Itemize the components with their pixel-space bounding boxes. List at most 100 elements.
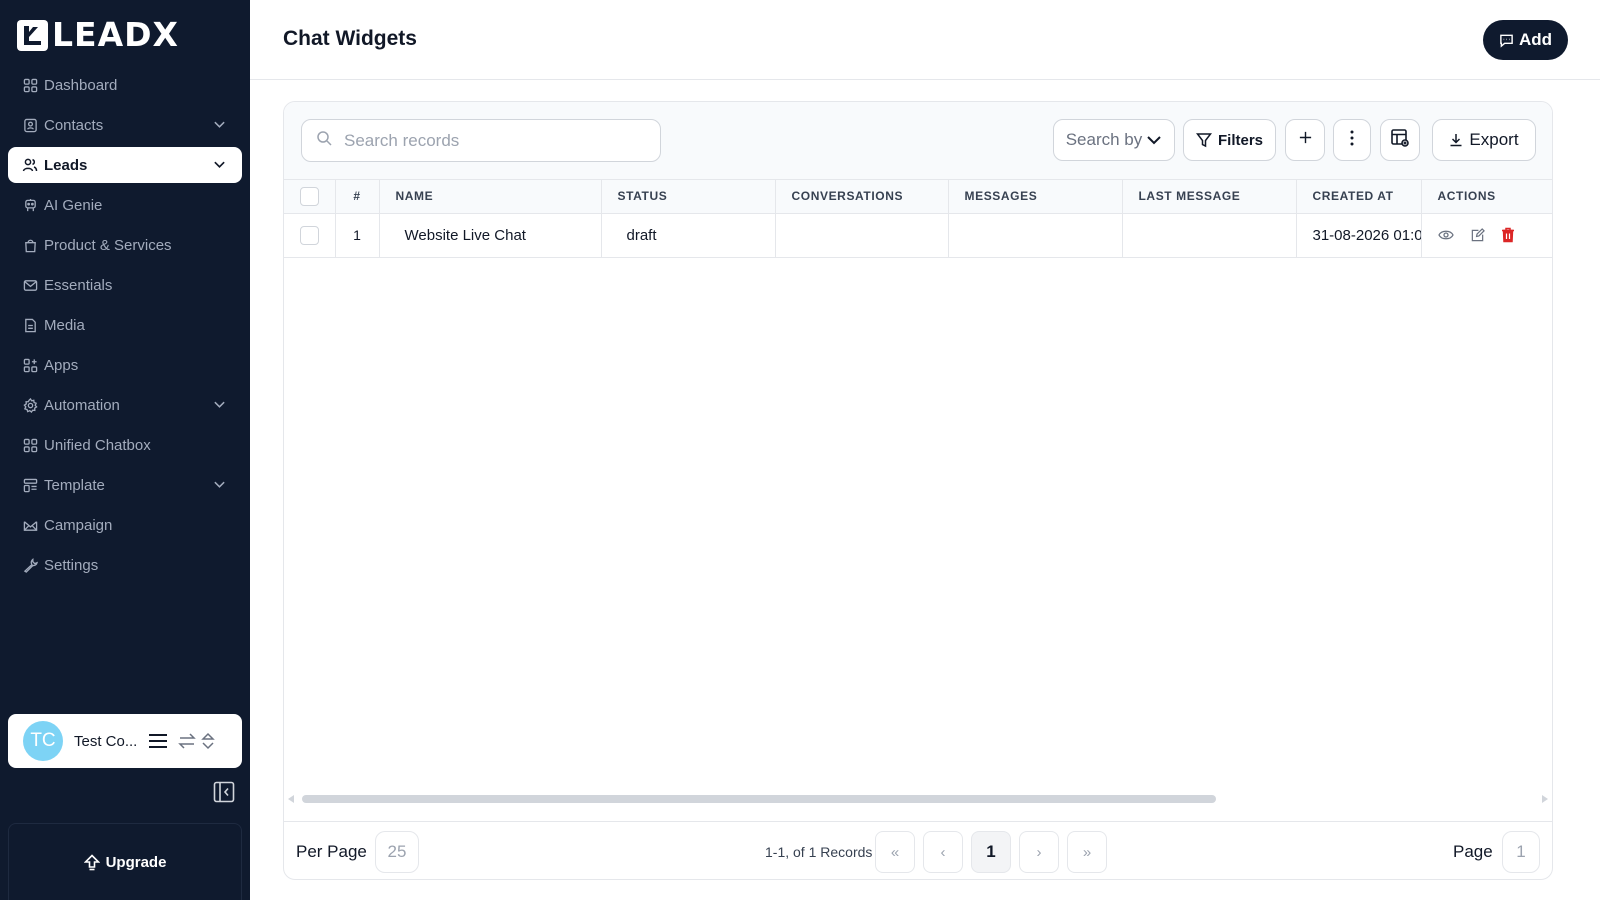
- column-header-messages[interactable]: MESSAGES: [948, 180, 1123, 214]
- sidebar-item-campaign[interactable]: Campaign: [8, 507, 242, 543]
- sidebar-item-label: Contacts: [44, 116, 104, 134]
- per-page-select[interactable]: 25: [375, 831, 419, 873]
- add-button[interactable]: Add: [1483, 20, 1568, 60]
- next-page-button[interactable]: ›: [1019, 831, 1059, 873]
- file-icon: [22, 317, 38, 333]
- cell-conversations: [775, 213, 949, 258]
- table-row[interactable]: 1 Website Live Chat draft 31-08-2026 01:…: [284, 213, 1552, 258]
- filters-label: Filters: [1217, 131, 1263, 149]
- collapse-sidebar-icon[interactable]: [213, 781, 235, 803]
- chevron-down-icon: [213, 398, 226, 415]
- chevron-updown-icon[interactable]: [201, 732, 215, 750]
- cell-name: Website Live Chat: [379, 213, 602, 258]
- more-vertical-icon: [1350, 130, 1354, 151]
- add-column-button[interactable]: [1285, 119, 1325, 161]
- sidebar-item-automation[interactable]: Automation: [8, 387, 242, 423]
- current-page-button[interactable]: 1: [971, 831, 1011, 873]
- switch-arrows-icon[interactable]: [178, 732, 196, 750]
- select-all-checkbox[interactable]: [300, 186, 319, 206]
- search-input[interactable]: [344, 130, 644, 151]
- profile-card[interactable]: TC Test Co...: [8, 714, 242, 768]
- download-icon: [1449, 133, 1463, 147]
- sidebar-item-label: Leads: [44, 156, 88, 174]
- search-icon: [316, 130, 332, 151]
- table-settings-button[interactable]: [1380, 119, 1420, 161]
- sidebar-item-unified-chatbox[interactable]: Unified Chatbox: [8, 427, 242, 463]
- search-by-dropdown[interactable]: Search by: [1053, 119, 1175, 161]
- template-icon: [22, 477, 38, 493]
- per-page-label: Per Page: [296, 842, 367, 861]
- filters-button[interactable]: Filters: [1183, 119, 1276, 161]
- sidebar-item-label: Automation: [44, 396, 120, 414]
- column-header-actions: ACTIONS: [1421, 180, 1552, 214]
- avatar: TC: [23, 721, 63, 761]
- column-header-conversations[interactable]: CONVERSATIONS: [775, 180, 949, 214]
- delete-trash-icon[interactable]: [1501, 227, 1515, 243]
- sidebar-item-label: Apps: [44, 356, 79, 374]
- plus-icon: [1298, 130, 1313, 150]
- mail-icon: [22, 277, 38, 293]
- export-button[interactable]: Export: [1432, 119, 1536, 161]
- sidebar-item-template[interactable]: Template: [8, 467, 242, 503]
- contact-card-icon: [22, 117, 38, 133]
- column-header-created-at[interactable]: CREATED AT: [1296, 180, 1422, 214]
- cell-number: 1: [335, 213, 380, 258]
- logo-text: LEADX: [52, 15, 179, 54]
- page-title: Chat Widgets: [283, 27, 417, 50]
- page-number-input[interactable]: 1: [1502, 831, 1540, 873]
- scroll-right-arrow-icon[interactable]: [1542, 795, 1548, 803]
- edit-pencil-icon[interactable]: [1470, 227, 1485, 243]
- column-header-name[interactable]: NAME: [379, 180, 602, 214]
- search-box[interactable]: [301, 119, 661, 162]
- sidebar-item-leads[interactable]: Leads: [8, 147, 242, 183]
- sidebar-item-label: AI Genie: [44, 196, 103, 214]
- apps-grid-icon: [22, 357, 38, 373]
- column-header-number[interactable]: #: [335, 180, 380, 214]
- profile-name: Test Co...: [74, 732, 138, 750]
- sidebar-item-essentials[interactable]: Essentials: [8, 267, 242, 303]
- page-label: Page: [1453, 842, 1493, 861]
- sidebar-item-media[interactable]: Media: [8, 307, 242, 343]
- sidebar-item-contacts[interactable]: Contacts: [8, 107, 242, 143]
- scrollbar-thumb[interactable]: [302, 795, 1216, 803]
- row-select-cell: [284, 213, 336, 258]
- add-label: Add: [1518, 30, 1553, 49]
- records-panel: Search by Filters Export # NAM: [283, 101, 1553, 880]
- upgrade-button[interactable]: Upgrade: [8, 823, 242, 900]
- shopping-bag-icon: [22, 237, 38, 253]
- last-page-button[interactable]: »: [1067, 831, 1107, 873]
- sidebar-item-label: Essentials: [44, 276, 113, 294]
- sidebar-item-apps[interactable]: Apps: [8, 347, 242, 383]
- horizontal-scrollbar[interactable]: [284, 792, 1552, 806]
- sidebar: LEADX Dashboard Contacts Leads AI Genie …: [0, 0, 250, 900]
- select-all-cell: [284, 180, 336, 214]
- sidebar-item-settings[interactable]: Settings: [8, 547, 242, 583]
- sidebar-item-product-services[interactable]: Product & Services: [8, 227, 242, 263]
- scroll-left-arrow-icon[interactable]: [288, 795, 294, 803]
- records-count: 1-1, of 1 Records: [765, 844, 873, 860]
- export-label: Export: [1469, 130, 1519, 149]
- first-page-button[interactable]: «: [875, 831, 915, 873]
- sidebar-item-dashboard[interactable]: Dashboard: [8, 67, 242, 103]
- pagination-bar: Per Page 25 1-1, of 1 Records « ‹ 1 › » …: [284, 821, 1552, 879]
- sidebar-item-label: Unified Chatbox: [44, 436, 151, 454]
- search-by-label: Search by: [1065, 130, 1143, 149]
- column-header-status[interactable]: STATUS: [601, 180, 776, 214]
- menu-icon[interactable]: [148, 732, 168, 750]
- cell-created-at: 31-08-2026 01:0: [1296, 213, 1422, 258]
- row-checkbox[interactable]: [300, 225, 319, 245]
- page-header: Chat Widgets Add: [250, 0, 1600, 80]
- sidebar-item-ai-genie[interactable]: AI Genie: [8, 187, 242, 223]
- sidebar-item-label: Campaign: [44, 516, 113, 534]
- filter-icon: [1195, 132, 1212, 148]
- view-eye-icon[interactable]: [1437, 229, 1454, 241]
- column-header-last-message[interactable]: LAST MESSAGE: [1122, 180, 1297, 214]
- prev-page-button[interactable]: ‹: [923, 831, 963, 873]
- users-icon: [22, 157, 38, 173]
- more-options-button[interactable]: [1333, 119, 1371, 161]
- app-logo[interactable]: LEADX: [17, 15, 179, 54]
- chevron-down-icon: [213, 118, 226, 135]
- table-header-row: # NAME STATUS CONVERSATIONS MESSAGES LAS…: [284, 180, 1552, 214]
- sidebar-item-label: Dashboard: [44, 76, 118, 94]
- cell-actions: [1421, 213, 1552, 258]
